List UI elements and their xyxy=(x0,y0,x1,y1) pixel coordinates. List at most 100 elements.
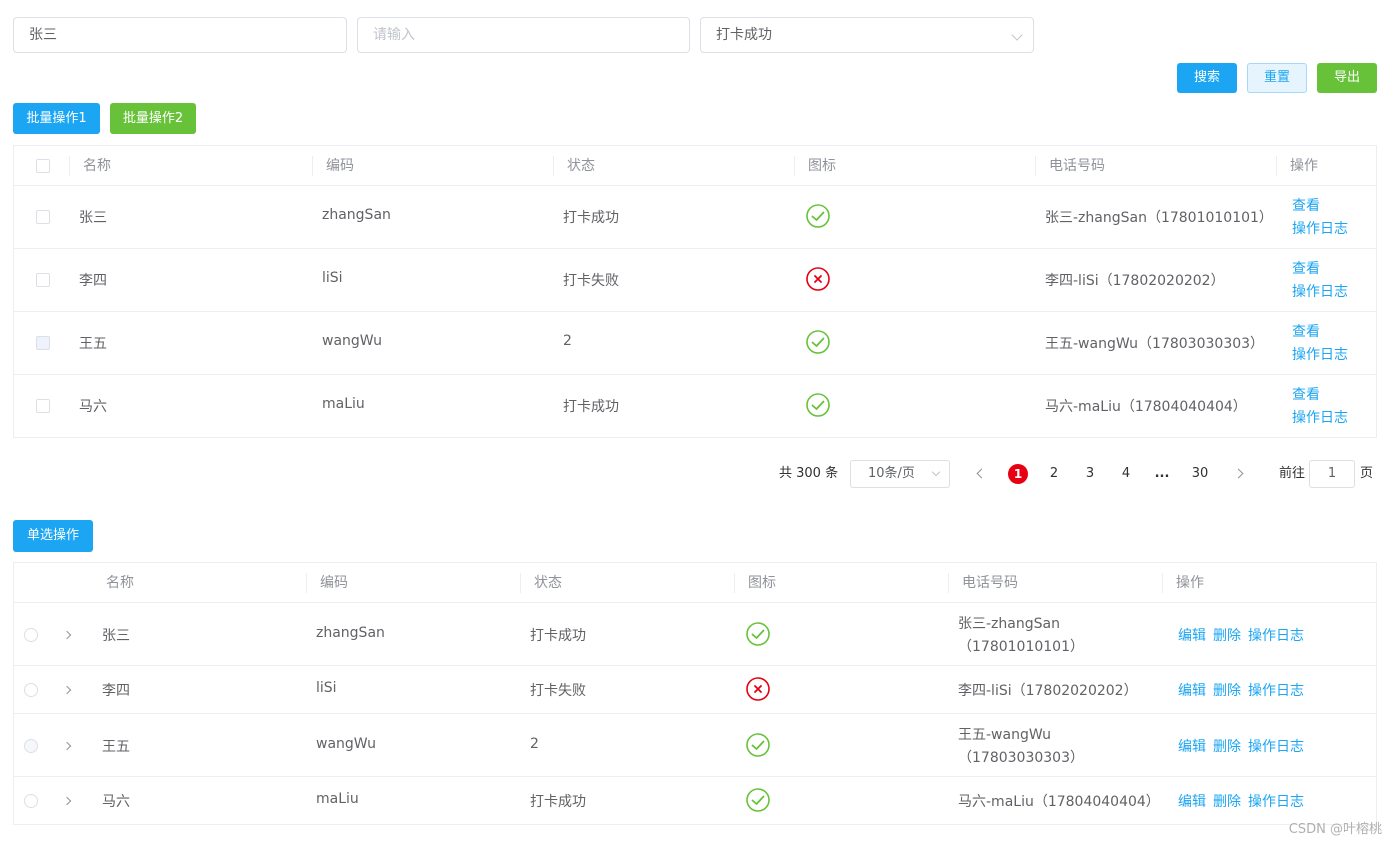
header-divider xyxy=(520,573,521,593)
checkbox-table: 名称 编码 状态 图标 电话号码 操作 张三 zhangSan 打卡成功 张三-zha… xyxy=(13,145,1377,438)
edit-link[interactable]: 编辑 xyxy=(1178,736,1206,756)
cell-phone: 张三-zhangSan（17801010101） xyxy=(1045,210,1273,226)
close-circle-icon xyxy=(806,267,830,295)
header-icon: 图标 xyxy=(748,575,776,591)
header-divider xyxy=(734,573,735,593)
check-circle-icon xyxy=(806,330,830,358)
row-checkbox[interactable] xyxy=(36,273,50,287)
delete-link[interactable]: 删除 xyxy=(1213,791,1241,811)
edit-link[interactable]: 编辑 xyxy=(1178,791,1206,811)
table-row: 马六 maLiu 打卡成功 马六-maLiu（17804040404） 编辑 删除 操作日志 xyxy=(14,777,1376,825)
delete-link[interactable]: 删除 xyxy=(1213,680,1241,700)
single-action-button[interactable]: 单选操作 xyxy=(13,520,93,552)
check-circle-icon xyxy=(806,204,830,232)
table-row: 王五 wangWu 2 王五-wangWu（17803030303） 查看 操作日志 xyxy=(14,312,1376,375)
cell-phone: 马六-maLiu（17804040404） xyxy=(1045,399,1247,415)
delete-link[interactable]: 删除 xyxy=(1213,625,1241,645)
operation-log-link[interactable]: 操作日志 xyxy=(1292,407,1348,427)
page-number[interactable]: 3 xyxy=(1082,463,1098,485)
check-circle-icon xyxy=(806,393,830,421)
cell-status: 打卡成功 xyxy=(530,794,586,810)
cell-phone: 李四-liSi（17802020202） xyxy=(958,683,1138,699)
status-select-value: 打卡成功 xyxy=(716,27,772,43)
select-all-checkbox[interactable] xyxy=(36,159,50,173)
export-button[interactable]: 导出 xyxy=(1317,63,1377,93)
table-header: 名称 编码 状态 图标 电话号码 操作 xyxy=(14,563,1376,603)
page-number[interactable]: 4 xyxy=(1118,463,1134,485)
view-link[interactable]: 查看 xyxy=(1292,321,1320,341)
view-link[interactable]: 查看 xyxy=(1292,258,1320,278)
edit-link[interactable]: 编辑 xyxy=(1178,680,1206,700)
row-checkbox[interactable] xyxy=(36,210,50,224)
table-row: 李四 liSi 打卡失败 李四-liSi（17802020202） 编辑 删除 操作日志 xyxy=(14,666,1376,714)
view-link[interactable]: 查看 xyxy=(1292,195,1320,215)
operation-log-link[interactable]: 操作日志 xyxy=(1248,791,1304,811)
cell-code: wangWu xyxy=(316,736,377,752)
check-circle-icon xyxy=(746,733,770,761)
code-input[interactable]: 请输入 xyxy=(357,17,690,53)
row-checkbox[interactable] xyxy=(36,399,50,413)
cell-name: 张三 xyxy=(79,210,107,226)
expand-row-icon[interactable] xyxy=(62,741,72,751)
cell-phone: 王五-wangWu xyxy=(958,727,1052,743)
search-button[interactable]: 搜索 xyxy=(1177,63,1237,93)
table-row: 李四 liSi 打卡失败 李四-liSi（17802020202） 查看 操作日志 xyxy=(14,249,1376,312)
delete-link[interactable]: 删除 xyxy=(1213,736,1241,756)
expand-row-icon[interactable] xyxy=(62,630,72,640)
page-size-select[interactable]: 10条/页 xyxy=(850,460,950,488)
cell-name: 张三 xyxy=(102,628,130,644)
header-divider xyxy=(306,573,307,593)
view-link[interactable]: 查看 xyxy=(1292,384,1320,404)
reset-button[interactable]: 重置 xyxy=(1247,63,1307,93)
cell-status: 2 xyxy=(530,736,539,752)
edit-link[interactable]: 编辑 xyxy=(1178,625,1206,645)
prev-page-icon[interactable] xyxy=(976,468,987,479)
table-row: 张三 zhangSan 打卡成功 张三-zhangSan （17801010101） 编辑… xyxy=(14,603,1376,666)
watermark: CSDN @叶榕桃 xyxy=(1288,822,1382,837)
cell-phone: 马六-maLiu（17804040404） xyxy=(958,794,1160,810)
page-ellipsis[interactable]: ... xyxy=(1154,463,1170,485)
cell-name: 马六 xyxy=(102,794,130,810)
row-checkbox[interactable] xyxy=(36,336,50,350)
cell-phone: 李四-liSi（17802020202） xyxy=(1045,273,1225,289)
operation-log-link[interactable]: 操作日志 xyxy=(1248,625,1304,645)
header-actions: 操作 xyxy=(1290,158,1318,174)
operation-log-link[interactable]: 操作日志 xyxy=(1292,281,1348,301)
operation-log-link[interactable]: 操作日志 xyxy=(1292,218,1348,238)
batch-action-1-button[interactable]: 批量操作1 xyxy=(13,103,100,134)
check-circle-icon xyxy=(746,788,770,816)
row-radio[interactable] xyxy=(24,628,38,642)
cell-code: liSi xyxy=(316,680,337,696)
header-divider xyxy=(794,156,795,176)
header-divider xyxy=(1276,156,1277,176)
table-row: 王五 wangWu 2 王五-wangWu （17803030303） 编辑 删除 操作日志 xyxy=(14,714,1376,777)
operation-log-link[interactable]: 操作日志 xyxy=(1248,736,1304,756)
page-number[interactable]: 2 xyxy=(1046,463,1062,485)
name-input[interactable]: 张三 xyxy=(13,17,347,53)
header-code: 编码 xyxy=(326,158,354,174)
expand-row-icon[interactable] xyxy=(62,796,72,806)
page-current[interactable]: 1 xyxy=(1008,464,1028,484)
batch-action-2-button[interactable]: 批量操作2 xyxy=(110,103,196,134)
table-header: 名称 编码 状态 图标 电话号码 操作 xyxy=(14,146,1376,186)
cell-status: 打卡失败 xyxy=(530,683,586,699)
cell-code: maLiu xyxy=(322,396,365,412)
next-page-icon[interactable] xyxy=(1233,468,1244,479)
row-radio[interactable] xyxy=(24,794,38,808)
row-radio[interactable] xyxy=(24,683,38,697)
page-number[interactable]: 30 xyxy=(1188,463,1212,485)
header-phone: 电话号码 xyxy=(962,575,1018,591)
header-divider xyxy=(553,156,554,176)
expand-row-icon[interactable] xyxy=(62,685,72,695)
operation-log-link[interactable]: 操作日志 xyxy=(1248,680,1304,700)
cell-name: 王五 xyxy=(79,336,107,352)
header-code: 编码 xyxy=(320,575,348,591)
row-radio[interactable] xyxy=(24,739,38,753)
cell-status: 打卡成功 xyxy=(563,399,619,415)
header-icon: 图标 xyxy=(808,158,836,174)
header-name: 名称 xyxy=(83,158,111,174)
radio-table: 名称 编码 状态 图标 电话号码 操作 张三 zhangSan 打卡成功 张三-zha… xyxy=(13,562,1377,825)
status-select[interactable]: 打卡成功 xyxy=(700,17,1034,53)
operation-log-link[interactable]: 操作日志 xyxy=(1292,344,1348,364)
goto-page-input[interactable]: 1 xyxy=(1309,460,1355,488)
